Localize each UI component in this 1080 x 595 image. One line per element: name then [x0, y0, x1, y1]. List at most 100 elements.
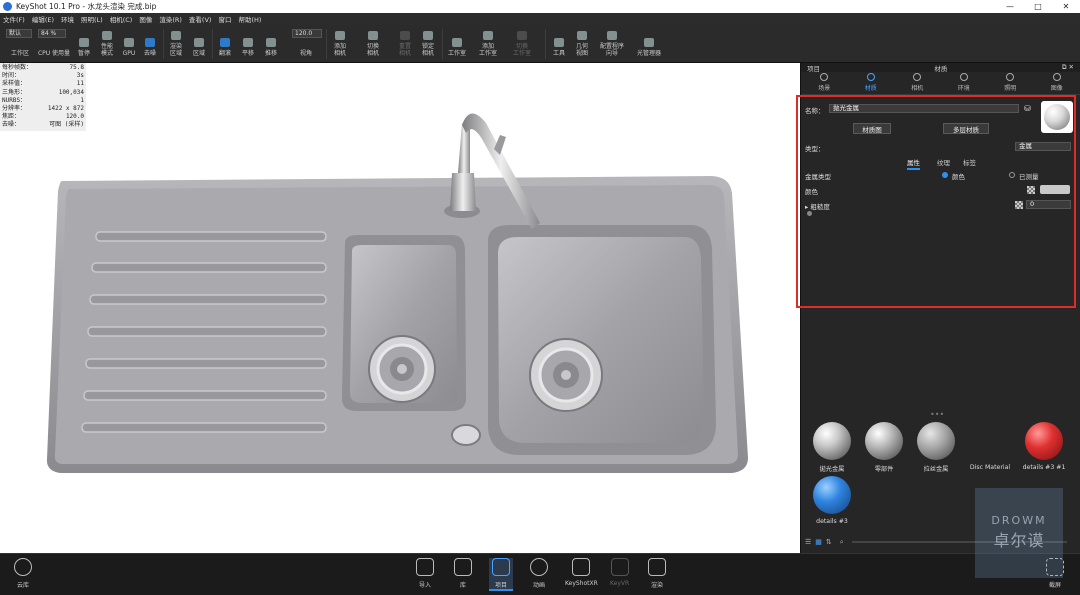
material-ball [813, 476, 851, 514]
pause-button[interactable]: 暂停 [75, 25, 93, 63]
menu-file[interactable]: 文件(F) [3, 14, 25, 24]
add-studio-button[interactable]: 添加 工作室 [476, 25, 500, 63]
switch-studio-button[interactable]: 切换 工作室 [510, 25, 534, 63]
roughness-slider-handle[interactable] [807, 211, 812, 216]
add-camera-icon [335, 31, 345, 40]
roughness-input[interactable]: 0 [1026, 200, 1071, 209]
fov-button[interactable]: 视角 [292, 25, 320, 63]
watermark-logo: DROWM 卓尔谟 [975, 488, 1063, 578]
texture-map-icon[interactable] [1027, 186, 1035, 194]
subtab-textures[interactable]: 纹理 [937, 157, 950, 167]
cloud-library-button[interactable]: 云库 [14, 558, 32, 589]
pan-button[interactable]: 平移 [238, 25, 258, 63]
menu-camera[interactable]: 相机(C) [110, 14, 133, 24]
stat-fps: 每秒帧数： 75.8 [2, 64, 84, 71]
subtab-properties[interactable]: 属性 [907, 157, 920, 170]
material-graph-button[interactable]: 材质图 [853, 123, 891, 134]
library-item[interactable]: 拋光金属 [808, 422, 856, 473]
pan-label: 平移 [241, 50, 254, 57]
tab-lighting[interactable]: 照明 [1004, 73, 1016, 92]
lock-camera-button[interactable]: 锁定 相机 [418, 25, 438, 63]
studio-button[interactable]: 工作室 [445, 25, 469, 63]
library-item[interactable]: 零部件 [860, 422, 908, 473]
preview-sphere [1044, 104, 1070, 130]
menu-render[interactable]: 渲染(R) [159, 14, 182, 24]
add-camera-label: 添加 相机 [333, 43, 346, 57]
stat-resolution: 分辨率： 1422 x 872 [2, 104, 84, 112]
bottom-ribbon: 云库 导入 库 项目 动画 KeyShotXR KeyVR 渲染 截屏 [0, 553, 1080, 595]
library-item[interactable]: details #3 #1 [1017, 422, 1071, 471]
render-viewport[interactable]: 每秒帧数： 75.8 时间： 3s 采样值： 11 三角形： 100,034 NURBS… [0, 63, 800, 553]
keyshotxr-button[interactable]: KeyShotXR [565, 558, 598, 587]
tab-camera[interactable]: 相机 [911, 73, 923, 92]
tab-environment[interactable]: 环境 [958, 73, 970, 92]
list-view-icon[interactable]: ☰ [805, 538, 811, 546]
radio-color-selected[interactable] [942, 172, 948, 178]
dolly-button[interactable]: 推移 [261, 25, 281, 63]
close-button[interactable]: ✕ [1052, 0, 1080, 13]
workspace-button[interactable]: 工作区 [6, 25, 34, 63]
menu-help[interactable]: 帮助(H) [238, 14, 261, 24]
animation-button[interactable]: 动画 [530, 558, 548, 589]
library-item[interactable]: 拉丝金属 [912, 422, 960, 473]
cpu-usage-label: CPU 使用量 [37, 50, 71, 57]
reset-camera-button[interactable]: 重置 相机 [395, 25, 415, 63]
geometry-view-button[interactable]: 几何 视图 [571, 25, 593, 63]
search-icon[interactable]: ⌕ [840, 538, 844, 547]
pause-label: 暂停 [77, 50, 90, 57]
render-region-button[interactable]: 渲染 区域 [166, 25, 186, 63]
menu-window[interactable]: 窗口 [218, 14, 231, 24]
material-preview [1041, 101, 1073, 133]
material-ball [865, 422, 903, 460]
tab-scene[interactable]: 场景 [818, 73, 830, 92]
switch-camera-button[interactable]: 切换 相机 [362, 25, 384, 63]
render-teapot-icon [648, 558, 666, 576]
gpu-button[interactable]: GPU [120, 25, 138, 63]
menu-lighting[interactable]: 照明(L) [81, 14, 103, 24]
minimize-button[interactable]: — [996, 0, 1024, 13]
import-button[interactable]: 导入 [416, 558, 434, 589]
menu-edit[interactable]: 编辑(E) [32, 14, 54, 24]
area-button[interactable]: 区域 [189, 25, 209, 63]
radio-measured[interactable] [1009, 172, 1015, 178]
configurator-wizard-button[interactable]: 配置程序 向导 [596, 25, 628, 63]
menu-image[interactable]: 图像 [139, 14, 152, 24]
tab-material[interactable]: 材质 [865, 73, 877, 92]
save-material-icon[interactable]: ⛁ [1024, 104, 1031, 113]
tab-image[interactable]: 图像 [1051, 73, 1063, 92]
fov-label: 视角 [299, 50, 312, 57]
add-camera-button[interactable]: 添加 相机 [330, 25, 350, 63]
window-controls: — □ ✕ [996, 0, 1080, 13]
roughness-texture-icon[interactable] [1015, 201, 1023, 209]
scene-icon [820, 73, 829, 81]
subtab-labels[interactable]: 标签 [963, 157, 976, 167]
material-name-input[interactable]: 拋光金属 [829, 104, 1019, 113]
performance-mode-button[interactable]: 性能 模式 [96, 25, 118, 63]
denoise-label: 去噪 [143, 50, 156, 57]
maximize-button[interactable]: □ [1024, 0, 1052, 13]
light-manager-button[interactable]: 光管理器 [633, 25, 665, 63]
library-item[interactable]: details #3 [808, 476, 856, 525]
library-item[interactable]: Disc Material [964, 422, 1016, 471]
project-button[interactable]: 项目 [489, 558, 513, 591]
sort-icon[interactable]: ⇅ [826, 538, 832, 546]
dolly-icon [266, 38, 276, 47]
menu-environment[interactable]: 环境 [61, 14, 74, 24]
tools-button[interactable]: 工具 [549, 25, 569, 63]
panel-tabs: 场景 材质 相机 环境 照明 图像 [801, 72, 1080, 95]
denoise-button[interactable]: 去噪 [140, 25, 160, 63]
keyvr-button[interactable]: KeyVR [610, 558, 629, 587]
library-button[interactable]: 库 [454, 558, 472, 589]
type-label: 类型： [805, 145, 825, 153]
grid-view-icon[interactable]: ▦ [815, 538, 822, 546]
menu-view[interactable]: 查看(V) [189, 14, 212, 24]
cpu-usage-button[interactable]: CPU 使用量 [36, 25, 72, 63]
panel-window-controls[interactable]: ⧉ ✕ [1062, 63, 1074, 72]
render-button[interactable]: 渲染 [648, 558, 666, 589]
multi-material-button[interactable]: 多层材质 [943, 123, 989, 134]
color-swatch[interactable] [1040, 185, 1070, 194]
name-label: 名称： [805, 107, 825, 115]
tumble-button[interactable]: 翻滚 [215, 25, 235, 63]
toolbar-divider [442, 29, 443, 59]
type-select[interactable]: 金属 [1015, 142, 1071, 151]
